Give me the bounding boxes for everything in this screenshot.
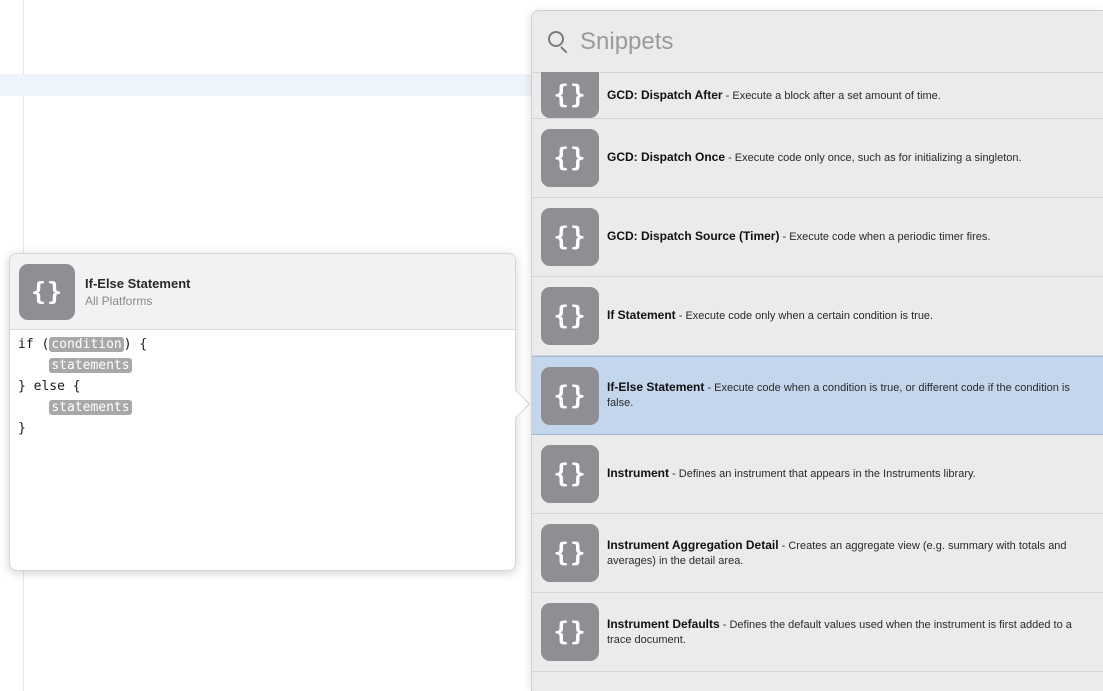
snippet-name: GCD: Dispatch After xyxy=(607,87,723,102)
placeholder-token-statements: statements xyxy=(49,358,132,373)
code-snippet-icon: {} xyxy=(541,208,599,266)
list-item[interactable]: {} Instrument Aggregation Detail - Creat… xyxy=(532,514,1103,593)
snippet-name: Instrument Defaults xyxy=(607,616,720,631)
code-text: } else { xyxy=(18,379,81,394)
search-bar xyxy=(532,11,1103,73)
list-item[interactable]: {} GCD: Dispatch Once - Execute code onl… xyxy=(532,119,1103,198)
code-snippet-icon: {} xyxy=(541,129,599,187)
preview-code: if (condition) { statements } else { sta… xyxy=(10,330,515,439)
snippet-name: GCD: Dispatch Source (Timer) xyxy=(607,229,780,243)
code-snippet-icon: {} xyxy=(541,287,599,345)
snippet-description: - Execute code only once, such as for in… xyxy=(725,152,1022,164)
code-snippet-icon: {} xyxy=(541,366,599,425)
snippet-description: - Execute code only when a certain condi… xyxy=(675,310,934,322)
snippet-name: Instrument Aggregation Detail xyxy=(607,537,779,552)
code-text: if ( xyxy=(18,337,50,352)
snippet-name: GCD: Dispatch Once xyxy=(607,150,726,164)
list-item[interactable]: {} GCD: Dispatch After - Execute a block… xyxy=(532,72,1103,119)
snippet-description: - Execute code when a periodic timer fir… xyxy=(779,231,991,243)
list-item[interactable]: {} Instrument - Defines an instrument th… xyxy=(532,435,1103,514)
snippet-description: - Execute a block after a set amount of … xyxy=(722,89,941,102)
snippet-name: If Statement xyxy=(607,308,676,322)
preview-title: If-Else Statement xyxy=(85,275,191,291)
code-text: } xyxy=(18,421,26,436)
code-snippet-icon: {} xyxy=(541,72,599,118)
code-snippet-icon: {} xyxy=(541,524,599,582)
preview-platforms: All Platforms xyxy=(85,293,153,308)
list-item-selected[interactable]: {} If-Else Statement - Execute code when… xyxy=(532,356,1103,435)
snippet-description: - Defines an instrument that appears in … xyxy=(669,468,976,480)
preview-header: {} If-Else Statement All Platforms xyxy=(10,254,515,330)
list-item[interactable]: {} If Statement - Execute code only when… xyxy=(532,277,1103,356)
list-item[interactable]: {} Instrument Defaults - Defines the def… xyxy=(532,593,1103,672)
code-snippet-icon: {} xyxy=(541,603,599,661)
code-text: ) { xyxy=(123,337,148,352)
code-snippet-icon: {} xyxy=(19,263,75,320)
snippet-name: If-Else Statement xyxy=(607,380,705,394)
current-line-highlight xyxy=(0,74,540,96)
list-item[interactable]: {} GCD: Dispatch Source (Timer) - Execut… xyxy=(532,198,1103,277)
snippet-list: {} GCD: Dispatch After - Execute a block… xyxy=(532,72,1103,672)
code-snippet-icon: {} xyxy=(541,445,599,503)
snippet-name: Instrument xyxy=(607,466,670,480)
placeholder-token-statements: statements xyxy=(49,400,132,415)
search-icon xyxy=(548,30,570,53)
placeholder-token-condition: condition xyxy=(49,337,124,352)
search-input[interactable] xyxy=(580,27,1060,56)
snippet-preview-popover: {} If-Else Statement All Platforms if (c… xyxy=(9,253,531,571)
snippets-library-panel: {} GCD: Dispatch After - Execute a block… xyxy=(531,10,1103,691)
